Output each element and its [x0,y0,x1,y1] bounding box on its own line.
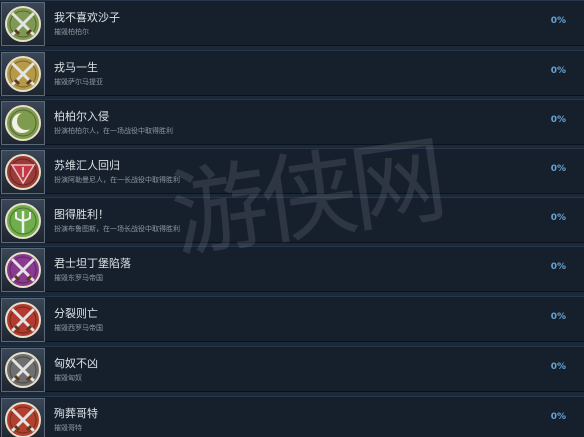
achievement-title: 君士坦丁堡陷落 [54,257,131,270]
achievement-description: 摧毁东罗马帝国 [54,274,103,282]
crossed-swords-icon-graphic [5,402,41,437]
achievement-percent: 0% [550,213,566,223]
achievement-title: 我不喜欢沙子 [54,11,120,24]
crossed-swords-icon [1,2,45,46]
trident-icon [1,199,45,243]
achievement-title: 戎马一生 [54,61,98,74]
achievement-title: 图得胜利！ [54,208,109,221]
crossed-swords-icon [1,298,45,342]
achievement-row[interactable]: 匈奴不凶摧毁匈奴 0% [0,346,584,392]
achievement-title: 分裂则亡 [54,307,98,320]
achievement-title: 殉葬哥特 [54,407,98,420]
achievement-row[interactable]: 殉葬哥特摧毁哥特 0% [0,396,584,437]
red-triangle-emblem-icon-graphic [5,154,41,190]
crossed-swords-icon [1,348,45,392]
crossed-swords-icon-graphic [5,302,41,338]
achievement-description: 摧毁柏柏尔 [54,28,89,36]
achievement-description: 摧毁哥特 [54,424,82,432]
achievement-description: 扮演柏柏尔人，在一场战役中取得胜利 [54,127,173,135]
achievement-percent: 0% [550,66,566,76]
crossed-swords-icon-graphic [5,6,41,42]
crossed-swords-icon-graphic [5,352,41,388]
achievement-percent: 0% [550,412,566,422]
achievement-percent: 0% [550,362,566,372]
achievement-description: 扮演布鲁图斯，在一场长战役中取得胜利 [54,225,180,233]
achievement-title: 匈奴不凶 [54,357,98,370]
achievement-row[interactable]: 戎马一生摧毁萨尔马提亚 0% [0,50,584,96]
crossed-swords-icon-graphic [5,56,41,92]
achievement-row[interactable]: 柏柏尔入侵扮演柏柏尔人，在一场战役中取得胜利 0% [0,99,584,145]
achievement-percent: 0% [550,16,566,26]
achievement-percent: 0% [550,115,566,125]
achievement-percent: 0% [550,262,566,272]
achievement-row[interactable]: 分裂则亡摧毁西罗马帝国 0% [0,296,584,342]
achievement-description: 扮演阿勒曼尼人，在一长战役中取得胜利 [54,176,180,184]
achievements-list: 我不喜欢沙子 摧毁柏柏尔 0% 戎马一生 摧毁萨尔马提亚 0% 柏柏尔入侵 扮演柏柏尔人，在一… [0,0,584,437]
crossed-swords-icon [1,52,45,96]
crescent-moon-icon-graphic [5,105,41,141]
achievement-percent: 0% [550,312,566,322]
achievement-row[interactable]: 图得胜利！ 扮演布鲁图斯，在一场长战役中取得胜利 0% [0,197,584,243]
achievement-row[interactable]: 苏维汇人回归扮演阿勒曼尼人，在一长战役中取得胜利 0% [0,148,584,194]
achievement-description: 摧毁西罗马帝国 [54,324,103,332]
achievement-percent: 0% [550,164,566,174]
achievement-title: 苏维汇人回归 [54,159,120,172]
achievement-row[interactable]: 我不喜欢沙子摧毁柏柏尔 0% [0,0,584,46]
crossed-swords-icon [1,248,45,292]
achievement-description: 摧毁匈奴 [54,374,82,382]
trident-icon-graphic [5,203,41,239]
achievement-row[interactable]: 君士坦丁堡陷落摧毁东罗马帝国 0% [0,246,584,292]
achievement-description: 摧毁萨尔马提亚 [54,78,103,86]
crossed-swords-icon-graphic [5,252,41,288]
crescent-moon-icon [1,101,45,145]
achievement-title: 柏柏尔入侵 [54,110,109,123]
red-triangle-emblem-icon [1,150,45,194]
crossed-swords-icon [1,398,45,437]
